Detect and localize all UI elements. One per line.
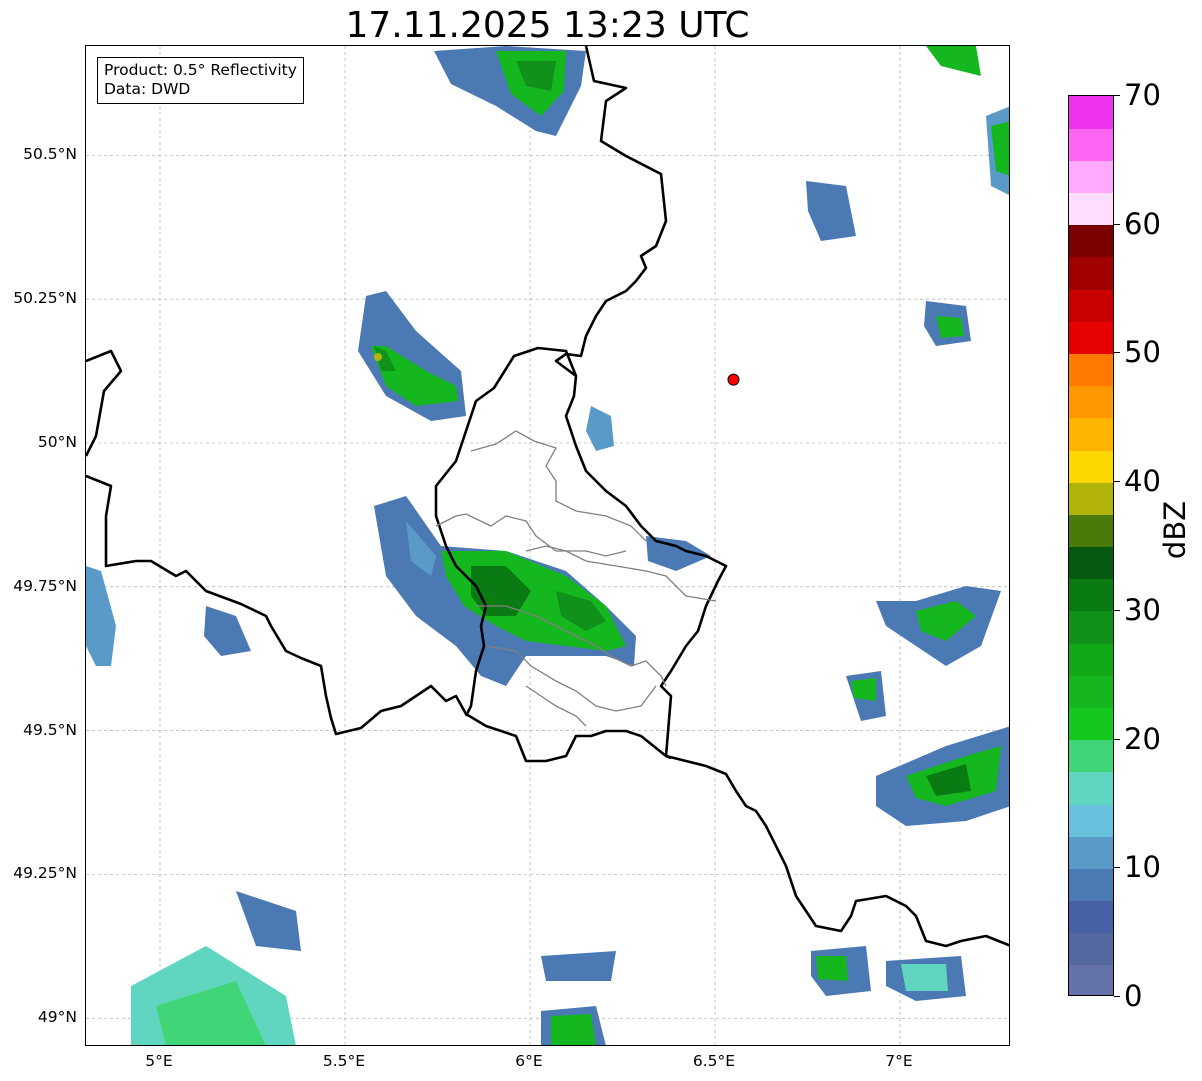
colorbar-segment-25 [1069,160,1113,194]
lon-label-0: 5°E [145,1052,173,1070]
colorbar-tick-3 [1114,609,1120,611]
colorbar-segment-0 [1069,964,1113,995]
map-title: 17.11.2025 13:23 UTC [345,5,750,46]
radar-map[interactable] [85,45,1010,1046]
lat-label-5: 49.25°N [13,864,77,883]
colorbar-segment-5 [1069,803,1113,837]
colorbar-segment-8 [1069,707,1113,741]
lat-label-1: 50.25°N [13,289,77,308]
colorbar-segment-20 [1069,321,1113,355]
colorbar-unit-label: dBZ [1158,500,1192,560]
product-info-box: Product: 0.5° Reflectivity Data: DWD [97,57,304,104]
colorbar-tick-label-1: 10 [1124,850,1161,885]
colorbar-tick-label-0: 0 [1124,979,1143,1013]
colorbar-segment-19 [1069,353,1113,387]
colorbar-tick-7 [1114,95,1120,96]
colorbar-segment-16 [1069,449,1113,483]
colorbar-segment-4 [1069,836,1113,869]
colorbar-segment-3 [1069,868,1113,902]
echo-cell-west [358,291,466,421]
colorbar-tick-2 [1114,738,1120,740]
colorbar-segment-23 [1069,224,1113,258]
colorbar-segment-1 [1069,932,1113,966]
lat-label-0: 50.5°N [23,145,77,164]
colorbar-segment-14 [1069,514,1113,548]
lon-label-3: 6.5°E [692,1052,736,1070]
country-borders [86,46,1009,948]
colorbar-tick-1 [1114,867,1120,869]
colorbar-tick-5 [1114,352,1120,354]
data-source-label: Data: DWD [104,80,191,98]
colorbar-tick-label-4: 40 [1124,464,1161,499]
colorbar-segment-10 [1069,643,1113,676]
colorbar-segment-26 [1069,128,1113,161]
colorbar-segment-9 [1069,675,1113,708]
colorbar-segment-11 [1069,610,1113,644]
colorbar-tick-label-7: 70 [1124,78,1161,112]
colorbar-segment-22 [1069,256,1113,290]
lon-label-4: 7°E [885,1052,913,1070]
colorbar [1068,95,1114,996]
colorbar-tick-0 [1114,996,1120,997]
colorbar-tick-label-3: 30 [1124,592,1161,627]
product-label: Product: 0.5° Reflectivity [104,61,297,79]
colorbar-segment-21 [1069,289,1113,322]
echo-cell-north [434,46,586,136]
colorbar-segment-24 [1069,192,1113,226]
lat-label-3: 49.75°N [13,576,77,595]
map-canvas [86,46,1009,1045]
lat-label-6: 49°N [37,1008,77,1027]
colorbar-segment-27 [1069,96,1113,129]
colorbar-segment-7 [1069,739,1113,773]
colorbar-segment-13 [1069,546,1113,580]
radar-site-marker[interactable] [727,373,740,386]
lat-label-2: 50°N [37,432,77,451]
colorbar-segment-6 [1069,771,1113,805]
colorbar-tick-label-5: 50 [1124,335,1161,370]
colorbar-tick-label-2: 20 [1124,721,1161,756]
lon-label-2: 6°E [515,1052,543,1070]
colorbar-segment-12 [1069,578,1113,612]
colorbar-segment-18 [1069,385,1113,419]
colorbar-segment-15 [1069,482,1113,515]
lon-label-1: 5.5°E [322,1052,366,1070]
colorbar-segment-2 [1069,900,1113,934]
colorbar-tick-4 [1114,481,1120,483]
lat-label-4: 49.5°N [23,720,77,739]
colorbar-tick-label-6: 60 [1124,206,1161,241]
echo-line-main [374,496,636,686]
colorbar-tick-6 [1114,223,1120,225]
colorbar-segment-17 [1069,417,1113,451]
